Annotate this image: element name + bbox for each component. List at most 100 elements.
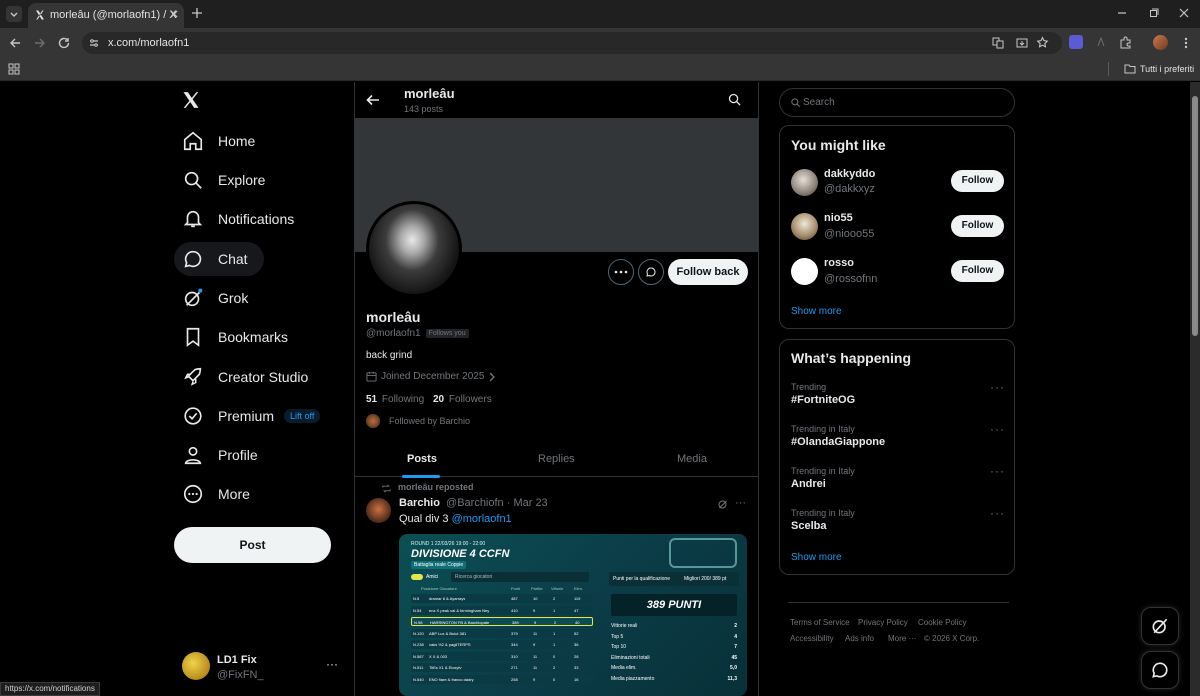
suggestion-avatar[interactable] — [791, 258, 818, 285]
translate-icon[interactable] — [992, 37, 1004, 49]
suggestion-avatar[interactable] — [791, 169, 818, 196]
followers-count: 20 — [433, 394, 445, 405]
tweet-author-avatar[interactable] — [366, 498, 391, 523]
scrollbar-thumb[interactable] — [1192, 96, 1198, 336]
nav-notifications[interactable]: Notifications — [174, 202, 294, 236]
address-bar[interactable]: x.com/morlaofn1 — [82, 32, 1062, 54]
extensions-puzzle-icon[interactable] — [1119, 36, 1132, 49]
account-switcher[interactable]: LD1 Fix @FixFN_ ··· — [176, 647, 346, 685]
nav-grok[interactable]: Grok — [174, 281, 248, 315]
joined-text: Joined December 2025 — [381, 371, 485, 382]
footer-terms[interactable]: Terms of Service — [790, 618, 850, 627]
standings-cell: 2 — [554, 620, 557, 625]
suggestion-avatar[interactable] — [791, 213, 818, 240]
minimize-icon[interactable] — [1116, 7, 1128, 19]
profile-more-button[interactable] — [608, 259, 634, 285]
suggestion-name[interactable]: rosso — [824, 257, 854, 269]
nav-profile[interactable]: Profile — [174, 438, 258, 472]
trend-more-icon[interactable]: ··· — [990, 380, 1005, 394]
chat-icon — [1152, 662, 1168, 678]
install-app-icon[interactable] — [1016, 37, 1028, 49]
grok-explain-icon[interactable] — [717, 498, 729, 510]
standings-cell: ENO flare & franco dadry — [429, 676, 474, 682]
tab-media[interactable]: Media — [677, 453, 707, 465]
browser-tab[interactable]: morleâu (@morlaofn1) / X — [28, 3, 184, 28]
follow-button[interactable]: Follow — [951, 260, 1004, 282]
footer-privacy[interactable]: Privacy Policy — [858, 618, 908, 627]
nav-chat[interactable]: Chat — [174, 242, 264, 276]
trend-name[interactable]: Scelba — [791, 520, 826, 532]
x-app: Home Explore Notifications Chat Grok Boo… — [0, 82, 1200, 696]
page-scrollbar[interactable] — [1190, 82, 1200, 696]
tweet-more-icon[interactable]: ··· — [735, 497, 746, 509]
footer-cookie[interactable]: Cookie Policy — [918, 618, 966, 627]
x-logo-icon[interactable] — [181, 90, 201, 110]
standings-cell: dramar 8 & Ayarrays — [429, 596, 466, 601]
reload-icon[interactable] — [57, 36, 71, 50]
follow-button[interactable]: Follow — [951, 215, 1004, 237]
forward-icon[interactable] — [33, 36, 47, 50]
footer-ads-info[interactable]: Ads info — [845, 634, 874, 643]
follow-button[interactable]: Follow — [951, 170, 1004, 192]
apps-grid-icon[interactable] — [8, 63, 20, 75]
standings-row: N.54 enz X peak val & birmingham Ney 410 9 1… — [411, 605, 593, 615]
bookmark-star-icon[interactable] — [1036, 36, 1049, 49]
browser-menu-icon[interactable] — [1180, 36, 1192, 50]
trend-name[interactable]: #FortniteOG — [791, 394, 855, 406]
all-bookmarks-folder[interactable]: Tutti i preferiti — [1124, 62, 1194, 76]
new-tab-icon[interactable] — [190, 6, 204, 20]
footer-more[interactable]: More ··· — [888, 634, 916, 643]
show-more-trends[interactable]: Show more — [791, 552, 842, 563]
back-icon[interactable] — [8, 36, 22, 50]
trend-more-icon[interactable]: ··· — [990, 464, 1005, 478]
show-more-suggestions[interactable]: Show more — [791, 306, 842, 317]
follow-back-button[interactable]: Follow back — [668, 259, 748, 285]
followed-by[interactable]: Followed by Barchio — [366, 414, 470, 428]
nav-premium[interactable]: Premium Lift off — [174, 399, 321, 433]
search-input[interactable]: Search — [779, 88, 1015, 117]
restore-icon[interactable] — [1148, 7, 1160, 19]
profile-avatar[interactable] — [366, 201, 462, 297]
standings-cell: N.540 — [413, 676, 424, 682]
message-button[interactable] — [638, 259, 664, 285]
standings-cell: 47 — [574, 607, 579, 613]
site-info-icon[interactable] — [88, 37, 100, 49]
tweet-image[interactable]: ROUND 1 22/03/26 19:00 - 22:00 DIVISIONE… — [399, 534, 747, 696]
messages-fab[interactable] — [1141, 651, 1179, 689]
nav-bookmarks[interactable]: Bookmarks — [174, 320, 288, 354]
trend-more-icon[interactable]: ··· — [990, 422, 1005, 436]
trend-name[interactable]: Andrei — [791, 478, 826, 490]
nav-creator-studio[interactable]: Creator Studio — [174, 360, 308, 394]
trend-more-icon[interactable]: ··· — [990, 506, 1005, 520]
profile-avatar-icon[interactable] — [1153, 35, 1168, 50]
tab-replies[interactable]: Replies — [538, 453, 575, 465]
suggestion-name[interactable]: dakkyddo — [824, 168, 875, 180]
tweet-mention[interactable]: @morlaofn1 — [452, 513, 512, 525]
back-arrow-icon[interactable] — [365, 92, 381, 108]
tweet-author[interactable]: Barchio — [399, 497, 440, 509]
friends-label: Amici — [426, 574, 439, 580]
extension-icon[interactable] — [1095, 36, 1107, 48]
tab-posts[interactable]: Posts — [407, 453, 437, 465]
extension-shield-icon[interactable] — [1069, 35, 1083, 49]
grok-fab[interactable] — [1141, 607, 1179, 645]
followers-link[interactable]: 20 Followers — [433, 394, 492, 405]
standings-row: N.587 X X & 003 310 11 0 28 — [411, 651, 593, 661]
footer-accessibility[interactable]: Accessibility — [790, 634, 834, 643]
profile-search-icon[interactable] — [727, 92, 742, 107]
tab-search-button[interactable] — [6, 6, 22, 22]
header-profile-name: morleâu — [404, 86, 455, 101]
chat-icon — [184, 250, 202, 268]
friends-toggle: Amici — [411, 574, 438, 580]
post-button[interactable]: Post — [174, 527, 331, 563]
qualification-title: Punti per la qualificazione — [613, 576, 670, 582]
nav-explore[interactable]: Explore — [174, 163, 265, 197]
suggestion-name[interactable]: nio55 — [824, 212, 853, 224]
trend-name[interactable]: #OlandaGiappone — [791, 436, 885, 448]
window-close-icon[interactable] — [1178, 7, 1190, 19]
nav-home[interactable]: Home — [174, 124, 255, 158]
stat-value: 2 — [734, 623, 737, 629]
following-link[interactable]: 51 Following — [366, 394, 424, 405]
tab-close-icon[interactable] — [167, 7, 181, 21]
nav-more[interactable]: More — [174, 477, 250, 511]
